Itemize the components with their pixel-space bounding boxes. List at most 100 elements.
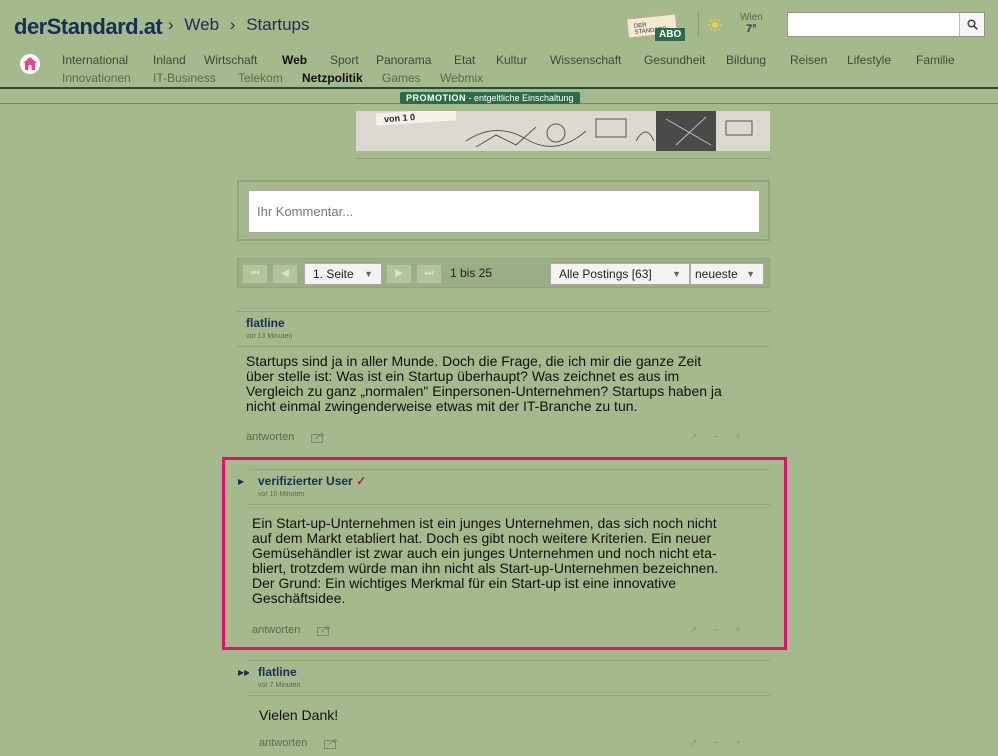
subnav-item-telekom[interactable]: Telekom [238, 71, 283, 85]
site-header: derStandard.at › Web › Startups DER STAN… [0, 0, 998, 46]
home-icon[interactable] [20, 53, 40, 75]
divider [698, 10, 699, 38]
nav-item-web[interactable]: Web [282, 53, 307, 67]
promotion-label-bold: PROMOTION [406, 93, 466, 103]
posting-line: Vielen Dank! [259, 707, 339, 723]
share-icon[interactable] [317, 625, 331, 636]
posting-count: [63] [631, 267, 652, 281]
posting-ratings: ↗ − + [673, 625, 741, 636]
breadcrumb-separator: › [168, 15, 174, 34]
chevron-down-icon: ▼ [364, 269, 373, 279]
subnav-item-it-business[interactable]: IT-Business [153, 71, 216, 85]
search-input[interactable] [788, 13, 958, 36]
rating-icon[interactable]: ↗ [689, 432, 697, 443]
posting: flatline vor 13 Minuten Startups sind ja… [237, 311, 770, 451]
reply-link[interactable]: antworten [259, 737, 307, 749]
posting-pagination: ⏮ ◀ 1. Seite ▼ ▶ ⏭ 1 bis 25 Alle Posting… [237, 258, 770, 288]
posting-ratings: ↗ − + [673, 432, 741, 443]
reply-link[interactable]: antworten [246, 431, 294, 443]
posting-author[interactable]: flatline [258, 665, 297, 679]
prev-page-button[interactable]: ◀ [272, 264, 298, 284]
last-page-button[interactable]: ⏭ [416, 264, 442, 284]
posting-line: bliert, trotzdem würde man ihn nicht als… [252, 560, 719, 576]
posting-author-name: verifizierter User [258, 474, 353, 488]
posting-line: Ein Start-up-Unternehmen ist ein junges … [252, 515, 717, 531]
posting-filter-select[interactable]: Alle Postings [63] ▼ [550, 263, 690, 285]
sort-select-value: neueste [695, 267, 738, 281]
posting-line: Startups sind ja in aller Munde. Doch di… [246, 353, 702, 369]
nav-item-kultur[interactable]: Kultur [496, 53, 527, 67]
posting-line: nicht einmal zwingenderweise etwas mit d… [246, 398, 638, 414]
posting-header: flatline vor 7 Minuten [249, 660, 770, 696]
nav-item-inland[interactable]: Inland [153, 53, 186, 67]
nav-item-wissenschaft[interactable]: Wissenschaft [550, 53, 621, 67]
breadcrumb-startups[interactable]: Startups [246, 15, 309, 34]
comment-input[interactable] [248, 190, 760, 233]
posting-text: Startups sind ja in aller Munde. Doch di… [246, 354, 761, 414]
nav-item-bildung[interactable]: Bildung [726, 53, 766, 67]
site-logo[interactable]: derStandard.at [14, 14, 163, 40]
minus-icon[interactable]: − [713, 432, 719, 443]
posting-line: über stelle ist: Was ist ein Startup übe… [246, 368, 680, 384]
posting-timestamp: vor 7 Minuten [258, 682, 301, 689]
plus-icon[interactable]: + [735, 432, 741, 443]
nav-item-reisen[interactable]: Reisen [790, 53, 827, 67]
filter-select-value: Alle Postings [559, 267, 629, 281]
main-navigation: International Inland Wirtschaft Web Spor… [0, 47, 998, 89]
weather-city: Wien [740, 12, 763, 23]
nav-item-panorama[interactable]: Panorama [376, 53, 431, 67]
subnav-item-webmix[interactable]: Webmix [440, 71, 483, 85]
nav-item-lifestyle[interactable]: Lifestyle [847, 53, 891, 67]
nav-item-gesundheit[interactable]: Gesundheit [644, 53, 705, 67]
reply-link[interactable]: antworten [252, 624, 300, 636]
posting-header: flatline vor 13 Minuten [237, 311, 770, 347]
nav-item-sport[interactable]: Sport [330, 53, 359, 67]
posting-author[interactable]: verifizierter User ✓ [258, 474, 366, 488]
page-select-value: 1. Seite [313, 267, 354, 281]
posting-author[interactable]: flatline [246, 316, 285, 330]
rating-icon[interactable]: ↗ [689, 738, 697, 749]
nav-item-wirtschaft[interactable]: Wirtschaft [204, 53, 257, 67]
abo-link[interactable]: DER STANDARD ABO [626, 13, 687, 42]
posting-line: auf dem Markt etabliert hat. Doch es gib… [252, 530, 712, 546]
posting-timestamp: vor 10 Minuten [258, 491, 305, 498]
posting-line: Der Grund: Ein wichtiges Merkmal für ein… [252, 575, 677, 591]
posting-header: verifizierter User ✓ vor 10 Minuten [249, 469, 770, 505]
breadcrumb-web[interactable]: Web [184, 15, 219, 34]
posting: ▶▶ flatline vor 7 Minuten Vielen Dank! a… [237, 660, 770, 756]
next-page-button[interactable]: ▶ [386, 264, 412, 284]
weather-widget[interactable]: Wien 7° [740, 12, 763, 35]
search-icon [966, 19, 978, 30]
plus-icon[interactable]: + [735, 625, 741, 636]
posting-sort-select[interactable]: neueste ▼ [690, 263, 764, 285]
subnav-item-netzpolitik[interactable]: Netzpolitik [302, 71, 363, 85]
nav-item-international[interactable]: International [62, 53, 128, 67]
weather-temp: 7° [746, 23, 757, 35]
rating-icon[interactable]: ↗ [689, 625, 697, 636]
comment-form [237, 180, 770, 241]
nav-item-familie[interactable]: Familie [916, 53, 955, 67]
share-icon[interactable] [311, 432, 325, 443]
search-button[interactable] [959, 13, 984, 36]
nav-item-etat[interactable]: Etat [454, 53, 475, 67]
abo-label: ABO [655, 28, 686, 41]
breadcrumb-separator: › [229, 15, 236, 34]
posting-line: Geschäftsidee. [252, 590, 346, 606]
posting-line: Vergleich zu ganz „normalen" Einpersonen… [246, 383, 722, 399]
minus-icon[interactable]: − [713, 625, 719, 636]
share-icon[interactable] [324, 738, 338, 749]
breadcrumb: › Web › Startups [168, 15, 316, 35]
minus-icon[interactable]: − [713, 738, 719, 749]
subnav-item-games[interactable]: Games [382, 71, 421, 85]
verified-check-icon: ✓ [356, 474, 367, 488]
promotion-banner[interactable]: von 1 0 [356, 111, 770, 151]
promotion-label-text: - entgeltliche Einschaltung [466, 93, 574, 103]
posting-line: Gemüsehändler ist zwar auch ein junges U… [252, 545, 717, 561]
first-page-button[interactable]: ⏮ [242, 264, 268, 284]
posting-text: Vielen Dank! [259, 708, 774, 723]
chevron-down-icon: ▼ [672, 269, 681, 279]
subnav-item-innovationen[interactable]: Innovationen [62, 71, 131, 85]
page-select[interactable]: 1. Seite ▼ [304, 263, 382, 285]
posting-actions: antworten [246, 431, 325, 443]
plus-icon[interactable]: + [735, 738, 741, 749]
